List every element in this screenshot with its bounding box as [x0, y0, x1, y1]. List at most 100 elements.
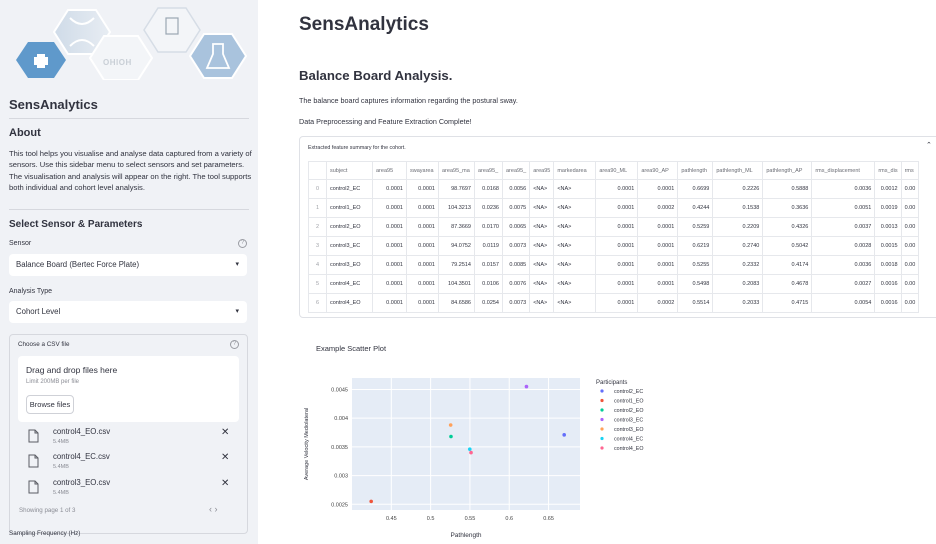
table-cell: 0.0001: [406, 198, 439, 218]
table-cell: 0.0001: [372, 217, 407, 237]
column-header[interactable]: area95: [529, 161, 555, 180]
table-cell: 0.0027: [811, 274, 876, 294]
column-header[interactable]: rms_displacement: [811, 161, 876, 180]
table-cell: 0.0001: [406, 293, 439, 313]
scatter-chart: 0.45 0.5 0.55 0.6 0.65 0.0025 0.003 0.0035 0.004…: [304, 378, 643, 539]
file-name: control4_EO.csv: [53, 427, 111, 436]
app-logo: [8, 0, 250, 80]
column-header[interactable]: pathlength_ML: [712, 161, 764, 180]
status-text: Data Preprocessing and Feature Extractio…: [299, 117, 472, 126]
column-header[interactable]: area95_: [501, 161, 531, 180]
table-cell: 0.0075: [501, 198, 531, 218]
file-size: 5.4MB: [53, 439, 69, 445]
table-cell: 0.0170: [474, 217, 503, 237]
table-row: 5 control4_EC 0.0001 0.0001 104.3501 0.0106 0.…: [308, 274, 920, 294]
table-cell: 0.00: [900, 236, 920, 256]
file-name: control4_EC.csv: [53, 452, 110, 461]
column-header[interactable]: area95_ma: [438, 161, 475, 180]
table-cell: 0.2209: [712, 217, 764, 237]
table-cell: 0.0002: [637, 293, 679, 313]
column-header[interactable]: area95_: [474, 161, 503, 180]
column-header[interactable]: swayarea: [406, 161, 439, 180]
table-cell: 0.0254: [474, 293, 503, 313]
table-cell: 0.0001: [595, 274, 639, 294]
row-index: 6: [308, 293, 327, 313]
legend-marker: [600, 427, 604, 431]
table-cell: 0.1538: [712, 198, 764, 218]
data-point: [524, 384, 529, 389]
table-cell: 0.0076: [501, 274, 531, 294]
x-axis-label: Pathlength: [450, 532, 481, 539]
column-header[interactable]: [308, 161, 327, 180]
data-point: [369, 499, 373, 504]
table-cell: 0.0001: [637, 255, 679, 275]
table-cell: 0.0002: [637, 198, 679, 218]
section-heading: Balance Board Analysis.: [299, 68, 453, 83]
table-cell: 0.5888: [762, 179, 813, 199]
table-cell: 84.6586: [438, 293, 475, 313]
column-header[interactable]: area90_AP: [637, 161, 679, 180]
chevron-down-icon: ▾: [235, 308, 239, 315]
divider: [9, 209, 249, 210]
column-header[interactable]: area90_ML: [595, 161, 639, 180]
table-cell: 0.0065: [501, 217, 531, 237]
table-cell: <NA>: [553, 179, 597, 199]
column-header[interactable]: area95: [372, 161, 407, 180]
column-header[interactable]: subject: [326, 161, 373, 180]
table-cell: control3_EC: [326, 236, 373, 256]
table-cell: 0.5514: [677, 293, 714, 313]
table-cell: 0.0168: [474, 179, 503, 199]
column-header[interactable]: pathlength: [677, 161, 714, 180]
drop-zone[interactable]: Drag and drop files here Limit 200MB per…: [18, 356, 239, 422]
legend-marker: [600, 389, 604, 393]
column-header[interactable]: pathlength_AP: [762, 161, 813, 180]
column-header[interactable]: rms: [900, 161, 920, 180]
table-cell: control4_EO: [326, 293, 373, 313]
table-cell: 0.6699: [677, 179, 714, 199]
table-cell: 0.0016: [874, 274, 902, 294]
table-row: 6 control4_EO 0.0001 0.0001 84.6586 0.0254 0.0…: [308, 293, 920, 313]
file-icon: [28, 429, 39, 443]
sensor-select[interactable]: Balance Board (Bertec Force Plate) ▾: [9, 254, 247, 276]
table-cell: 0.0001: [372, 255, 407, 275]
legend-item: control4_EO: [614, 446, 643, 452]
delete-file-icon[interactable]: ✕: [221, 427, 229, 438]
select-section-heading: Select Sensor & Parameters: [9, 219, 143, 230]
pagination-arrows[interactable]: ‹ ›: [209, 504, 218, 514]
delete-file-icon[interactable]: ✕: [221, 452, 229, 463]
analysis-type-select[interactable]: Cohort Level ▾: [9, 301, 247, 323]
help-icon[interactable]: ?: [230, 340, 239, 349]
column-header[interactable]: rms_dis: [874, 161, 902, 180]
table-cell: 0.0001: [595, 255, 639, 275]
table-cell: 0.0085: [501, 255, 531, 275]
browse-files-button[interactable]: Browse files: [26, 395, 74, 414]
delete-file-icon[interactable]: ✕: [221, 478, 229, 489]
data-point: [467, 447, 472, 451]
table-cell: 0.0001: [372, 236, 407, 256]
table-cell: 0.0001: [372, 293, 407, 313]
y-axis-label: Average Velocity Mediolateral: [304, 408, 310, 480]
page-title: SensAnalytics: [299, 14, 429, 35]
table-cell: 0.00: [900, 179, 920, 199]
legend-item: control3_EO: [614, 427, 643, 433]
table-cell: 0.0001: [595, 179, 639, 199]
table-cell: 0.0001: [637, 179, 679, 199]
table-cell: 0.2226: [712, 179, 764, 199]
expander-label[interactable]: Extracted feature summary for the cohort…: [308, 145, 406, 151]
table-cell: 0.00: [900, 198, 920, 218]
table-cell: 104.3213: [438, 198, 475, 218]
table-cell: 0.0001: [406, 236, 439, 256]
chevron-up-icon[interactable]: ⌃: [926, 141, 932, 149]
description-text: The balance board captures information r…: [299, 96, 518, 105]
table-cell: <NA>: [553, 236, 597, 256]
table-cell: 0.0056: [501, 179, 531, 199]
table-cell: 0.4326: [762, 217, 813, 237]
column-header[interactable]: markedarea: [553, 161, 597, 180]
table-cell: 0.0054: [811, 293, 876, 313]
file-size: 5.4MB: [53, 490, 69, 496]
file-size: 5.4MB: [53, 464, 69, 470]
help-icon[interactable]: ?: [238, 239, 247, 248]
table-cell: control1_EO: [326, 198, 373, 218]
table-cell: 0.0073: [501, 293, 531, 313]
table-cell: 104.3501: [438, 274, 475, 294]
